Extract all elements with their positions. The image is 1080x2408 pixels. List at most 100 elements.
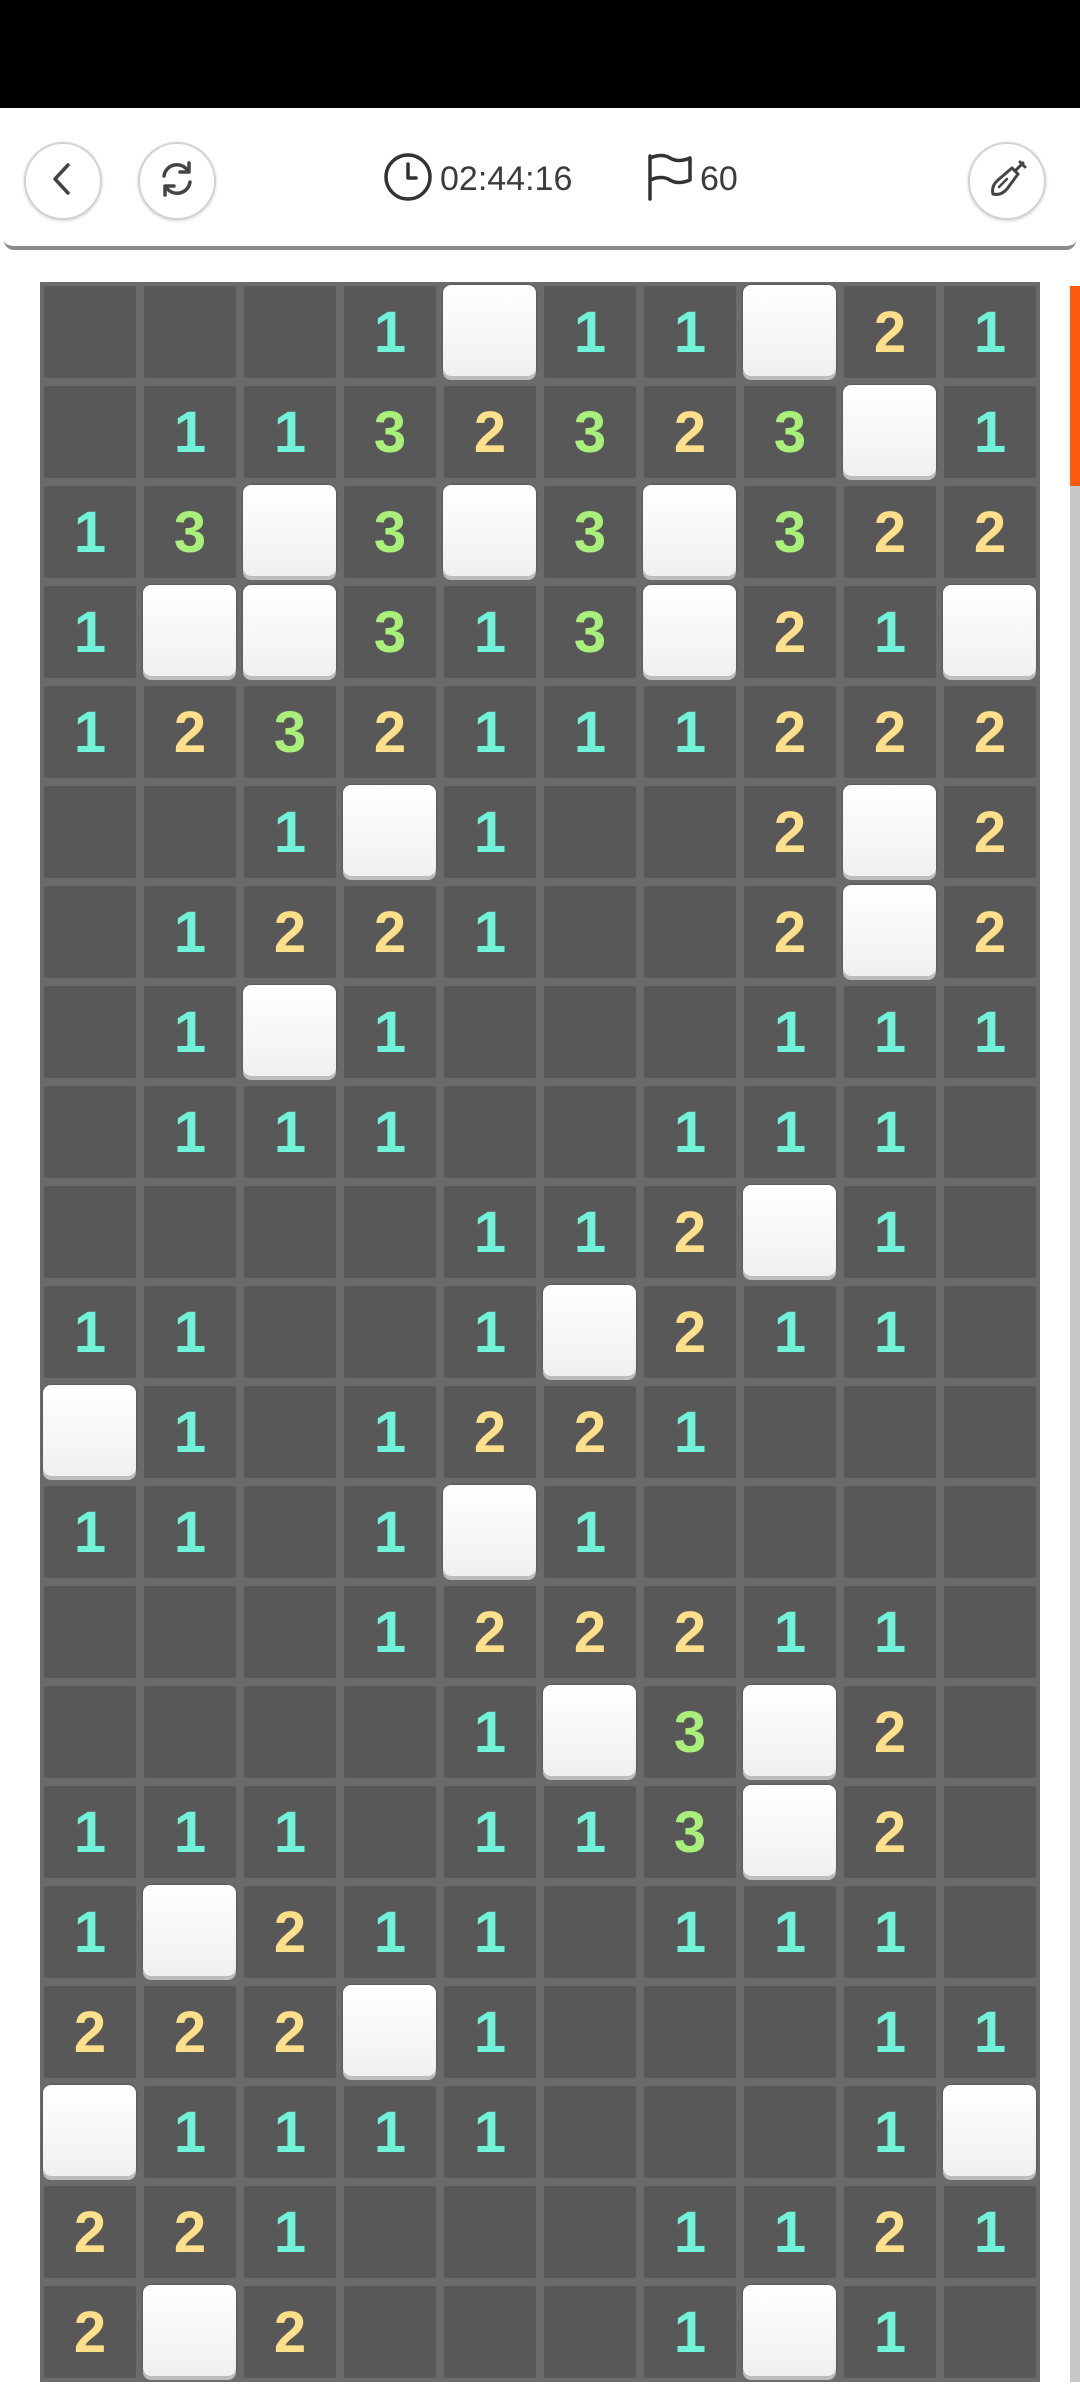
cell-number[interactable]: 1 (144, 1086, 236, 1178)
cell-number[interactable]: 3 (744, 386, 836, 478)
cell-number[interactable]: 3 (544, 386, 636, 478)
cell-number[interactable]: 2 (544, 1386, 636, 1478)
cell-number[interactable]: 2 (844, 1686, 936, 1778)
cell-number[interactable]: 1 (44, 1786, 136, 1878)
cell-empty[interactable] (944, 1186, 1036, 1278)
cell-number[interactable]: 1 (444, 1986, 536, 2078)
cell-empty[interactable] (644, 986, 736, 1078)
cell-empty[interactable] (244, 1386, 336, 1478)
cell-empty[interactable] (244, 286, 336, 378)
cell-empty[interactable] (144, 1686, 236, 1778)
cell-number[interactable]: 1 (444, 1786, 536, 1878)
cell-number[interactable]: 1 (644, 686, 736, 778)
cell-empty[interactable] (44, 1586, 136, 1678)
cell-number[interactable]: 2 (644, 386, 736, 478)
cell-number[interactable]: 3 (544, 486, 636, 578)
cell-closed[interactable] (743, 1685, 836, 1776)
cell-number[interactable]: 1 (544, 1486, 636, 1578)
cell-number[interactable]: 1 (544, 1786, 636, 1878)
cell-number[interactable]: 1 (744, 1086, 836, 1178)
cell-number[interactable]: 1 (44, 1886, 136, 1978)
cell-closed[interactable] (143, 585, 236, 676)
cell-empty[interactable] (644, 2086, 736, 2178)
cell-number[interactable]: 1 (444, 1286, 536, 1378)
cell-number[interactable]: 1 (944, 2186, 1036, 2278)
cell-empty[interactable] (444, 986, 536, 1078)
cell-empty[interactable] (244, 1686, 336, 1778)
cell-number[interactable]: 2 (144, 1986, 236, 2078)
cell-number[interactable]: 1 (844, 1286, 936, 1378)
cell-closed[interactable] (943, 2085, 1036, 2176)
cell-closed[interactable] (343, 785, 436, 876)
cell-empty[interactable] (544, 2186, 636, 2278)
cell-number[interactable]: 1 (144, 1386, 236, 1478)
cell-closed[interactable] (843, 385, 936, 476)
cell-empty[interactable] (544, 1886, 636, 1978)
back-button[interactable] (24, 142, 102, 220)
cell-empty[interactable] (944, 2286, 1036, 2378)
cell-number[interactable]: 1 (44, 486, 136, 578)
cell-number[interactable]: 2 (944, 786, 1036, 878)
cell-number[interactable]: 2 (744, 586, 836, 678)
cell-number[interactable]: 3 (644, 1786, 736, 1878)
cell-number[interactable]: 1 (244, 386, 336, 478)
cell-closed[interactable] (743, 285, 836, 376)
cell-empty[interactable] (344, 2186, 436, 2278)
cell-number[interactable]: 2 (244, 1886, 336, 1978)
cell-closed[interactable] (643, 485, 736, 576)
cell-number[interactable]: 1 (244, 786, 336, 878)
cell-empty[interactable] (44, 386, 136, 478)
cell-empty[interactable] (944, 1686, 1036, 1778)
cell-empty[interactable] (344, 2286, 436, 2378)
cell-number[interactable]: 2 (144, 686, 236, 778)
cell-number[interactable]: 1 (144, 1286, 236, 1378)
cell-number[interactable]: 2 (844, 286, 936, 378)
cell-closed[interactable] (743, 1785, 836, 1876)
cell-number[interactable]: 2 (544, 1586, 636, 1678)
cell-closed[interactable] (743, 1185, 836, 1276)
cell-number[interactable]: 1 (144, 386, 236, 478)
cell-number[interactable]: 1 (444, 2086, 536, 2178)
cell-number[interactable]: 2 (244, 1986, 336, 2078)
cell-number[interactable]: 1 (344, 2086, 436, 2178)
cell-number[interactable]: 1 (944, 286, 1036, 378)
cell-number[interactable]: 3 (544, 586, 636, 678)
cell-number[interactable]: 2 (444, 386, 536, 478)
cell-closed[interactable] (443, 1485, 536, 1576)
cell-number[interactable]: 2 (744, 886, 836, 978)
cell-number[interactable]: 1 (944, 386, 1036, 478)
cell-number[interactable]: 1 (744, 986, 836, 1078)
cell-number[interactable]: 1 (344, 1486, 436, 1578)
cell-empty[interactable] (144, 786, 236, 878)
cell-empty[interactable] (44, 786, 136, 878)
cell-number[interactable]: 2 (844, 1786, 936, 1878)
cell-number[interactable]: 1 (244, 2186, 336, 2278)
cell-closed[interactable] (243, 985, 336, 1076)
cell-empty[interactable] (44, 1186, 136, 1278)
cell-empty[interactable] (544, 1986, 636, 2078)
cell-closed[interactable] (343, 1985, 436, 2076)
cell-number[interactable]: 1 (744, 1586, 836, 1678)
cell-number[interactable]: 1 (144, 1486, 236, 1578)
cell-number[interactable]: 2 (344, 886, 436, 978)
cell-closed[interactable] (443, 485, 536, 576)
cell-number[interactable]: 1 (44, 686, 136, 778)
cell-empty[interactable] (44, 1086, 136, 1178)
cell-number[interactable]: 1 (944, 986, 1036, 1078)
cell-number[interactable]: 2 (644, 1586, 736, 1678)
cell-number[interactable]: 1 (744, 1886, 836, 1978)
cell-number[interactable]: 1 (644, 2286, 736, 2378)
cell-number[interactable]: 2 (944, 686, 1036, 778)
cell-empty[interactable] (844, 1486, 936, 1578)
cell-empty[interactable] (944, 1786, 1036, 1878)
scrollbar[interactable] (1070, 286, 1080, 2382)
cell-number[interactable]: 1 (744, 1286, 836, 1378)
cell-empty[interactable] (344, 1686, 436, 1778)
cell-number[interactable]: 1 (644, 1086, 736, 1178)
cell-empty[interactable] (344, 1286, 436, 1378)
scrollbar-thumb[interactable] (1070, 286, 1080, 486)
cell-empty[interactable] (944, 1286, 1036, 1378)
cell-number[interactable]: 1 (644, 2186, 736, 2278)
cell-number[interactable]: 2 (844, 486, 936, 578)
cell-closed[interactable] (243, 485, 336, 576)
